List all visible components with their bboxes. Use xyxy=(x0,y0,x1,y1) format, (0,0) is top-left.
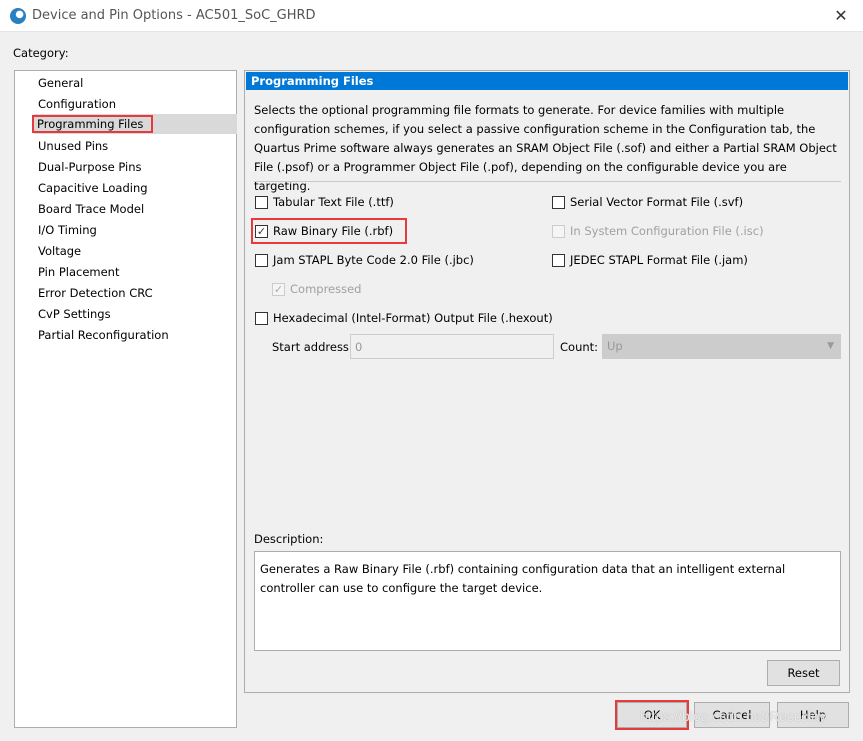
start-address-input[interactable] xyxy=(350,334,554,359)
category-label: General xyxy=(38,76,84,90)
checkbox-label: Raw Binary File (.rbf) xyxy=(273,224,394,238)
checkbox-label: Serial Vector Format File (.svf) xyxy=(570,195,744,209)
jbc-checkbox[interactable]: Jam STAPL Byte Code 2.0 File (.jbc) xyxy=(255,251,474,269)
jam-checkbox[interactable]: JEDEC STAPL Format File (.jam) xyxy=(552,251,748,269)
ok-button[interactable]: OK xyxy=(615,700,689,730)
ttf-checkbox[interactable]: Tabular Text File (.ttf) xyxy=(255,193,394,211)
checkbox-icon xyxy=(552,195,565,209)
title-bar: Device and Pin Options - AC501_SoC_GHRD … xyxy=(0,0,863,32)
category-label: Voltage xyxy=(38,244,82,258)
checkbox-icon xyxy=(255,195,268,209)
count-dropdown[interactable]: Up ▼ xyxy=(602,334,841,359)
category-item-voltage[interactable]: Voltage xyxy=(34,241,237,261)
checkbox-label: JEDEC STAPL Format File (.jam) xyxy=(570,253,748,267)
panel-title: Programming Files xyxy=(246,72,848,90)
category-item-capacitive-loading[interactable]: Capacitive Loading xyxy=(34,178,237,198)
category-label: Category: xyxy=(13,46,69,60)
divider xyxy=(254,181,841,182)
count-value: Up xyxy=(607,339,623,353)
checkbox-label: Tabular Text File (.ttf) xyxy=(273,195,394,209)
category-item-configuration[interactable]: Configuration xyxy=(34,94,237,114)
category-label: I/O Timing xyxy=(38,223,97,237)
category-item-programming-files[interactable]: Programming Files xyxy=(31,114,237,134)
category-item-cvp-settings[interactable]: CvP Settings xyxy=(34,304,237,324)
category-label: Partial Reconfiguration xyxy=(38,328,169,342)
category-item-unused-pins[interactable]: Unused Pins xyxy=(34,136,237,156)
category-item-error-detection-crc[interactable]: Error Detection CRC xyxy=(34,283,237,303)
reset-button[interactable]: Reset xyxy=(767,660,840,686)
checkbox-icon xyxy=(255,311,268,325)
checkbox-icon xyxy=(255,253,268,267)
checkmark-icon: ✓ xyxy=(255,224,268,238)
chevron-down-icon: ▼ xyxy=(827,341,834,351)
checkbox-icon xyxy=(552,224,565,238)
start-address-label: Start address: xyxy=(272,340,353,354)
app-icon xyxy=(10,8,26,24)
description-label: Description: xyxy=(254,532,324,546)
checkbox-label: In System Configuration File (.isc) xyxy=(570,224,764,238)
checkbox-label: Compressed xyxy=(290,282,362,296)
category-label: Error Detection CRC xyxy=(38,286,153,300)
category-label: Dual-Purpose Pins xyxy=(38,160,142,174)
compressed-checkbox[interactable]: ✓ Compressed xyxy=(272,280,361,298)
category-label: Configuration xyxy=(38,97,116,111)
checkmark-icon: ✓ xyxy=(272,282,285,296)
category-label: Unused Pins xyxy=(38,139,109,153)
window-title: Device and Pin Options - AC501_SoC_GHRD xyxy=(32,8,316,23)
checkbox-label: Hexadecimal (Intel-Format) Output File (… xyxy=(273,311,553,325)
category-item-dual-purpose-pins[interactable]: Dual-Purpose Pins xyxy=(34,157,237,177)
close-icon[interactable]: ✕ xyxy=(826,4,856,28)
category-label: Capacitive Loading xyxy=(38,181,148,195)
help-button[interactable]: Help xyxy=(777,702,849,728)
category-label: CvP Settings xyxy=(38,307,111,321)
cancel-button[interactable]: Cancel xyxy=(694,702,770,728)
svf-checkbox[interactable]: Serial Vector Format File (.svf) xyxy=(552,193,743,211)
category-item-io-timing[interactable]: I/O Timing xyxy=(34,220,237,240)
checkbox-label: Jam STAPL Byte Code 2.0 File (.jbc) xyxy=(273,253,474,267)
category-item-general[interactable]: General xyxy=(34,73,237,93)
isc-checkbox[interactable]: In System Configuration File (.isc) xyxy=(552,222,764,240)
count-label: Count: xyxy=(560,340,599,354)
description-box: Generates a Raw Binary File (.rbf) conta… xyxy=(254,551,841,651)
category-list[interactable]: General Configuration Programming Files … xyxy=(14,70,237,728)
category-item-partial-reconfiguration[interactable]: Partial Reconfiguration xyxy=(34,325,237,345)
category-label: Pin Placement xyxy=(38,265,120,279)
checkbox-icon xyxy=(552,253,565,267)
category-item-pin-placement[interactable]: Pin Placement xyxy=(34,262,237,282)
category-item-board-trace-model[interactable]: Board Trace Model xyxy=(34,199,237,219)
rbf-checkbox[interactable]: ✓ Raw Binary File (.rbf) xyxy=(250,218,408,244)
category-label: Programming Files xyxy=(31,115,154,133)
category-label: Board Trace Model xyxy=(38,202,145,216)
programming-files-panel: Programming Files Selects the optional p… xyxy=(244,70,850,693)
hexout-checkbox[interactable]: Hexadecimal (Intel-Format) Output File (… xyxy=(255,309,553,327)
